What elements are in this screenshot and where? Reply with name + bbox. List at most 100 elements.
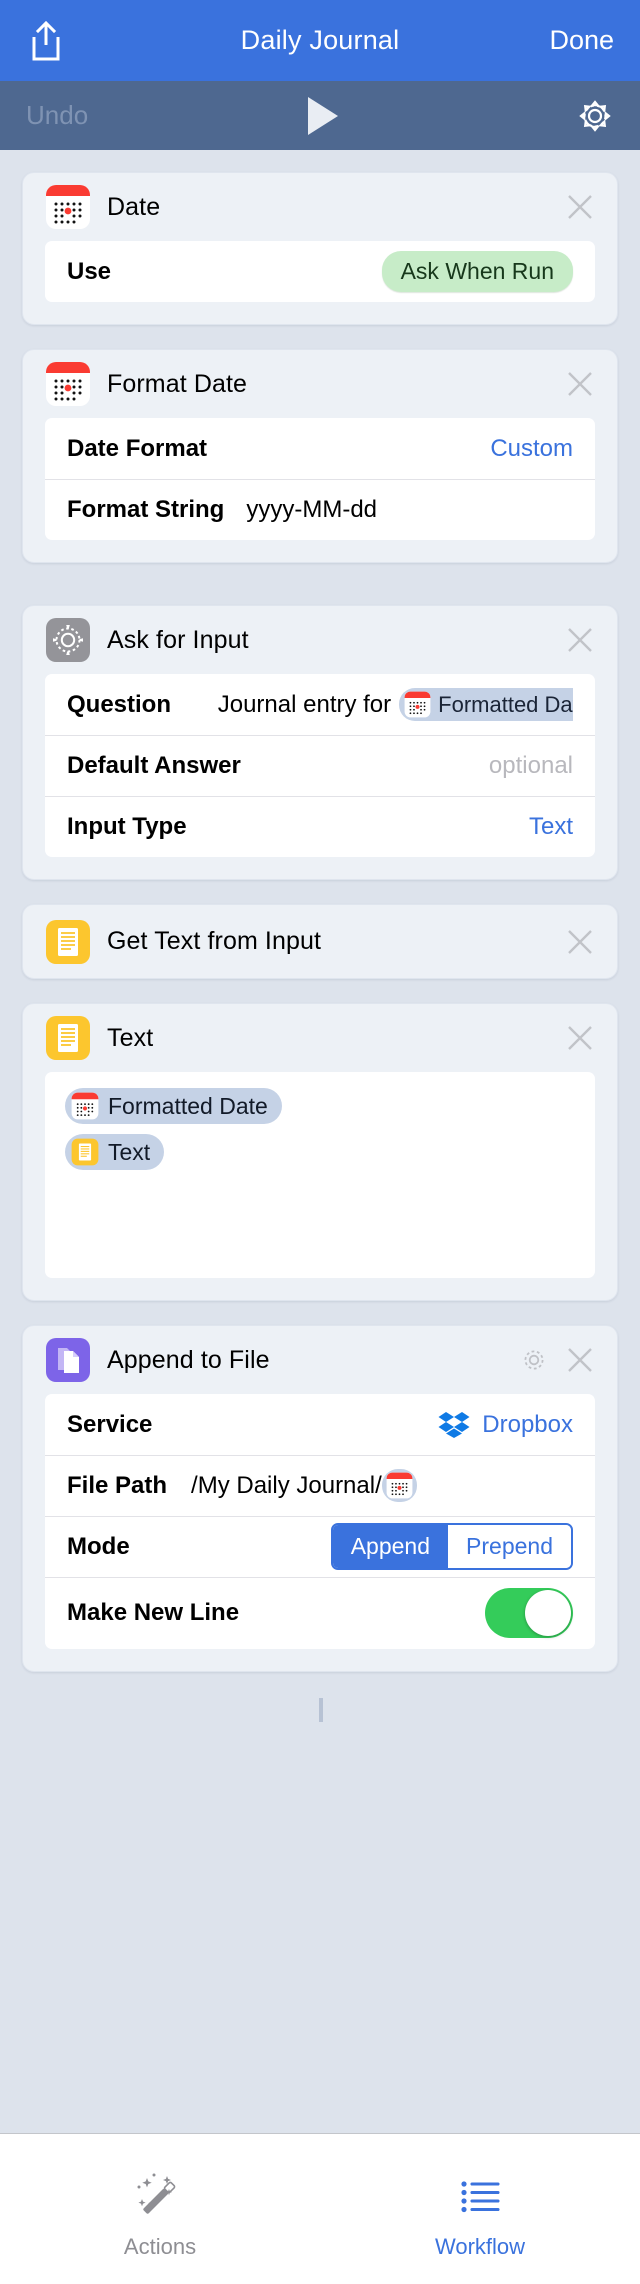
param-row-file-path[interactable]: File Path /My Daily Journal/ [45,1455,595,1516]
play-icon [308,96,338,135]
token-chip-formatted-date[interactable] [381,1469,417,1502]
action-title: Append to File [107,1345,270,1374]
action-card-ask-for-input[interactable]: Ask for Input Question Journal entry for [22,605,618,880]
workflow-action-list[interactable]: Date Use Ask When Run Format Date Date F… [0,150,640,2133]
close-icon[interactable] [565,1023,595,1053]
close-icon[interactable] [565,192,595,222]
calendar-icon [404,691,431,718]
param-value[interactable]: /My Daily Journal/ [191,1469,573,1502]
param-row-mode[interactable]: Mode Append Prepend [45,1516,595,1577]
param-value[interactable]: Journal entry for Formatted Da [197,688,573,721]
share-icon[interactable] [26,19,66,63]
action-header: Ask for Input [23,606,617,674]
action-header: Format Date [23,350,617,418]
action-card-text[interactable]: Text Formatted Date Text [22,1003,618,1301]
done-button[interactable]: Done [549,25,614,56]
nav-bar: Daily Journal Done [0,0,640,81]
param-row-make-new-line[interactable]: Make New Line [45,1577,595,1649]
action-params: Question Journal entry for Formatted Da … [45,674,595,857]
param-label: Use [67,257,112,285]
param-row-default-answer[interactable]: Default Answer optional [45,735,595,796]
list-icon [449,2166,511,2228]
param-row-format-string[interactable]: Format String yyyy-MM-dd [45,479,595,540]
service-name: Dropbox [482,1410,573,1438]
param-value[interactable]: Text [529,813,573,841]
run-workflow-button[interactable] [0,96,640,135]
gear-square-icon [45,617,91,663]
toggle-knob [525,1590,571,1636]
param-row-question[interactable]: Question Journal entry for Formatted Da [45,674,595,735]
tab-actions[interactable]: Actions [0,2134,320,2284]
file-path-text: /My Daily Journal/ [191,1471,382,1499]
action-title: Format Date [107,369,248,398]
text-content-field[interactable]: Formatted Date Text [45,1072,595,1278]
tab-workflow[interactable]: Workflow [320,2134,640,2284]
ask-when-run-badge[interactable]: Ask When Run [381,251,573,292]
param-label: Question [67,690,172,718]
param-row-input-type[interactable]: Input Type Text [45,796,595,857]
close-icon[interactable] [565,625,595,655]
param-label: Date Format [67,434,208,462]
action-header: Text [23,1004,617,1072]
gear-icon [579,99,611,132]
magic-wand-icon [129,2166,191,2228]
append-file-icon [45,1337,91,1383]
segment-append[interactable]: Append [332,1525,449,1568]
token-chip-formatted-date[interactable]: Formatted Date [399,688,573,721]
action-params: Service Dropbox File Path /My Daily Jour… [45,1394,595,1649]
action-title: Get Text from Input [107,927,322,955]
action-params: Date Format Custom Format String yyyy-MM… [45,418,595,540]
bottom-tab-bar: Actions Workflow [0,2133,640,2284]
close-icon[interactable] [565,927,595,957]
param-label: Default Answer [67,751,241,779]
close-icon[interactable] [565,369,595,399]
segment-prepend[interactable]: Prepend [448,1525,571,1568]
param-placeholder[interactable]: optional [489,752,573,780]
tab-label-workflow: Workflow [434,2234,526,2259]
workflow-settings-button[interactable] [576,97,614,135]
calendar-icon [71,1092,99,1120]
param-row-service[interactable]: Service Dropbox [45,1394,595,1455]
action-header: Append to File [23,1326,617,1394]
token-chip-formatted-date[interactable]: Formatted Date [65,1088,282,1124]
action-params: Use Ask When Run [45,241,595,302]
question-text: Journal entry for [217,690,392,718]
dropbox-icon [438,1411,470,1439]
action-connector [319,1698,323,1722]
action-title: Ask for Input [107,625,249,654]
param-label: Format String [67,495,225,523]
param-value[interactable]: yyyy-MM-dd [246,496,377,524]
close-icon[interactable] [565,1345,595,1375]
action-settings-gear-icon[interactable] [519,1345,549,1375]
calendar-icon [386,1472,413,1499]
mode-segmented-control[interactable]: Append Prepend [330,1523,573,1570]
param-label: Service [67,1410,153,1438]
param-label: Mode [67,1532,130,1560]
action-card-get-text-from-input[interactable]: Get Text from Input [22,904,618,979]
param-label: Make New Line [67,1599,240,1626]
token-label: Formatted Date [438,691,573,717]
param-row-date-format[interactable]: Date Format Custom [45,418,595,479]
undo-button[interactable]: Undo [26,100,88,131]
token-label: Formatted Date [108,1092,268,1119]
param-value[interactable]: Dropbox [438,1411,573,1439]
param-row-use[interactable]: Use Ask When Run [45,241,595,302]
token-label: Text [108,1138,151,1165]
text-doc-icon [45,1015,91,1061]
action-title: Text [107,1023,154,1052]
text-doc-icon [45,919,91,965]
token-chip-text[interactable]: Text [65,1134,165,1170]
text-doc-icon [71,1138,99,1166]
param-label: Input Type [67,812,187,840]
action-card-append-to-file[interactable]: Append to File Service Dropbox File Path… [22,1325,618,1672]
action-header: Date [23,173,617,241]
make-new-line-toggle[interactable] [485,1588,573,1638]
page-title: Daily Journal [240,25,400,55]
action-title: Date [107,192,161,221]
action-card-format-date[interactable]: Format Date Date Format Custom Format St… [22,349,618,563]
calendar-icon [45,361,91,407]
param-value[interactable]: Custom [490,435,573,463]
tab-label-actions: Actions [123,2234,197,2259]
param-label: File Path [67,1471,168,1499]
action-card-date[interactable]: Date Use Ask When Run [22,172,618,325]
